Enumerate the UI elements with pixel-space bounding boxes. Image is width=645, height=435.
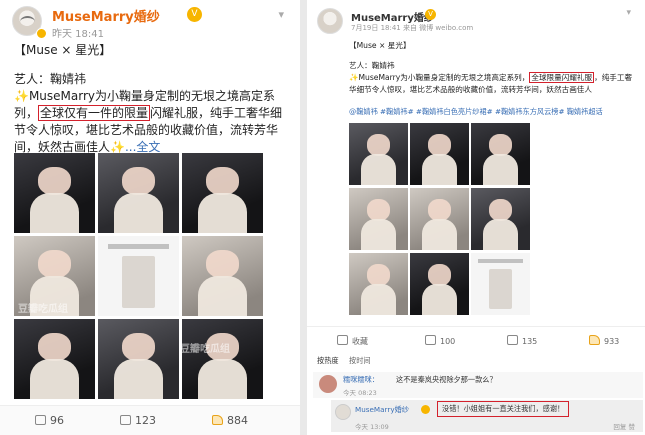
member-badge-icon: V [187,7,202,22]
comment-username[interactable]: 糯咪糯咪： [343,375,379,385]
photo-thumbnail[interactable] [14,319,95,399]
member-badge-icon: V [425,9,436,20]
reply-time: 今天 13:09 [355,423,389,431]
action-bar: 收藏 100 135 933 [307,326,645,352]
highlighted-phrase: 全球限量闪耀礼服 [529,72,595,83]
photo-thumbnail[interactable] [182,236,263,316]
post-text-before: ✨MuseMarry为小鞠量身定制的无垠之境高定系列， [349,73,530,82]
photo-grid [14,153,264,399]
photo-thumbnail[interactable] [471,253,530,315]
photo-thumbnail[interactable] [349,253,408,315]
like-icon [212,415,223,425]
comment-button[interactable]: 96 [35,414,64,427]
comment-count: 96 [50,414,64,427]
photo-thumbnail[interactable] [471,123,530,185]
avatar[interactable] [319,375,337,393]
repost-count: 123 [135,414,156,427]
reply-item: MuseMarry婚纱 没错！小姐姐有一直关注我们，感谢！ 今天 13:09 回… [331,400,643,432]
left-post-card: MuseMarry婚纱 V 昨天 18:41 ▾ 【Muse × 星光】 艺人：… [0,0,300,435]
watermark: 豆瓣吃瓜组 [18,304,68,315]
like-button[interactable]: 933 [589,335,619,346]
comment-item: 糯咪糯咪： 这不是秦岚央视除夕那一款么？ 今天 08:23 [313,372,643,398]
watermark: 豆瓣吃瓜组 [180,82,230,93]
repost-button[interactable]: 100 [425,335,455,346]
comment-icon [507,335,518,345]
reply-text-highlighted: 没错！小姐姐有一直关注我们，感谢！ [437,401,570,417]
chevron-down-icon[interactable]: ▾ [278,8,284,21]
favorite-label: 收藏 [352,337,368,346]
post-title: 【Muse × 星光】 [349,41,411,50]
post-time: 昨天 18:41 [52,29,104,40]
chevron-down-icon[interactable]: ▾ [626,8,631,18]
photo-thumbnail[interactable] [14,153,95,233]
photo-thumbnail[interactable] [98,153,179,233]
photo-thumbnail[interactable] [410,123,469,185]
reply-actions[interactable]: 回复 赞 [613,421,635,431]
expand-full-text-link[interactable]: ...全文 [125,140,160,154]
post-time: 7月19日 18:41 来自 微博 weibo.com [351,24,474,32]
repost-count: 100 [440,337,456,346]
post-username[interactable]: MuseMarry婚纱 [351,9,434,24]
tab-sort-time[interactable]: 按时间 [349,356,371,366]
comment-time: 今天 08:23 [343,389,377,397]
tab-sort-hot[interactable]: 按热度 [317,356,339,366]
reply-username[interactable]: MuseMarry婚纱 [355,405,409,415]
photo-thumbnail[interactable] [410,253,469,315]
highlighted-phrase: 全球仅有一件的限量 [38,105,151,121]
avatar[interactable] [317,8,343,34]
comment-sort-tabs: 按热度 按时间 [313,356,643,368]
post-username[interactable]: MuseMarry婚纱 [52,6,160,25]
post-body: 【Muse × 星光】 艺人：鞠婧祎 ✨MuseMarry为小鞠量身定制的无垠之… [14,42,289,156]
post-artist-line: 艺人：鞠婧祎 [349,61,395,70]
photo-thumbnail[interactable] [182,153,263,233]
like-icon [589,335,600,345]
repost-icon [425,335,436,345]
star-icon [337,335,348,345]
comment-text: 这不是秦岚央视除夕那一款么？ [396,375,497,384]
like-button[interactable]: 884 [212,414,248,427]
photo-thumbnail[interactable] [98,236,179,316]
photo-thumbnail[interactable] [182,319,263,399]
repost-button[interactable]: 123 [120,414,156,427]
post-artist-line: 艺人：鞠婧祎 [14,72,87,86]
comment-button[interactable]: 135 [507,335,537,346]
post-header: MuseMarry婚纱 V 昨天 18:41 ▾ [12,6,292,40]
photo-grid [349,123,530,315]
verified-icon [36,28,47,39]
photo-thumbnail[interactable] [410,188,469,250]
comment-count: 135 [522,337,538,346]
comment-icon [35,415,46,425]
post-header: MuseMarry婚纱 V 7月19日 18:41 来自 微博 weibo.co… [317,8,637,34]
repost-icon [120,415,131,425]
avatar[interactable] [335,404,351,420]
verified-icon [421,405,430,414]
like-count: 884 [227,414,248,427]
right-post-card: MuseMarry婚纱 V 7月19日 18:41 来自 微博 weibo.co… [307,0,645,435]
like-count: 933 [604,337,620,346]
post-title: 【Muse × 星光】 [14,43,112,57]
photo-thumbnail[interactable] [349,188,408,250]
post-body: 【Muse × 星光】 艺人：鞠婧祎 ✨MuseMarry为小鞠量身定制的无垠之… [349,40,639,96]
watermark: 豆瓣吃瓜组 [180,344,230,355]
action-bar: 96 123 884 [0,405,300,435]
favorite-button[interactable]: 收藏 [337,335,368,347]
photo-thumbnail[interactable] [471,188,530,250]
photo-thumbnail[interactable] [349,123,408,185]
post-tags[interactable]: @鞠婧祎 #鞠婧祎# #鞠婧祎白色亮片纱裙# #鞠婧祎东方风云榜# 鞠婧祎超话 [349,107,639,117]
photo-thumbnail[interactable] [98,319,179,399]
